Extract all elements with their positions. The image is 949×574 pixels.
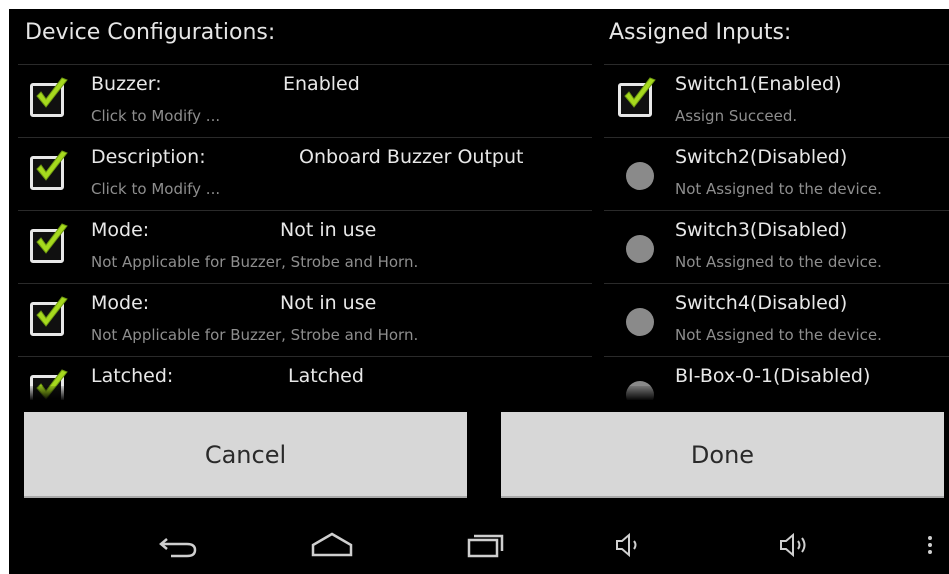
config-subtext: Click to Modify ...	[91, 180, 221, 198]
input-subtext: Not Assigned to the device.	[675, 253, 882, 271]
checkbox-checked-icon[interactable]	[30, 150, 68, 190]
config-row-description[interactable]: Description: Onboard Buzzer Output Click…	[18, 137, 592, 210]
input-label: Switch1(Enabled)	[675, 73, 842, 95]
config-subtext: Click to Modify ...	[91, 107, 221, 125]
device-configurations-list[interactable]: Buzzer: Enabled Click to Modify ... Desc…	[18, 64, 592, 400]
input-label: Switch3(Disabled)	[675, 219, 848, 241]
system-navigation-bar	[9, 517, 949, 574]
input-row-switch1[interactable]: Switch1(Enabled) Assign Succeed.	[604, 64, 949, 137]
input-row-switch4[interactable]: Switch4(Disabled) Not Assigned to the de…	[604, 283, 949, 356]
recent-apps-icon[interactable]	[465, 529, 507, 565]
input-subtext: Not Assigned to the device.	[675, 326, 882, 344]
input-label: Switch4(Disabled)	[675, 292, 848, 314]
input-subtext: Assign Succeed.	[675, 107, 798, 125]
volume-down-icon[interactable]	[613, 529, 645, 565]
input-label: Switch2(Disabled)	[675, 146, 848, 168]
input-label: BI-Box-0-1(Disabled)	[675, 365, 871, 387]
config-label: Mode:	[91, 292, 150, 314]
config-value: Onboard Buzzer Output	[299, 146, 524, 168]
config-row-mode[interactable]: Mode: Not in use Not Applicable for Buzz…	[18, 210, 592, 283]
input-subtext: Not Assigned to the device.	[675, 180, 882, 198]
config-label: Latched:	[91, 365, 174, 387]
config-label: Description:	[91, 146, 206, 168]
back-icon[interactable]	[157, 529, 199, 565]
cancel-button[interactable]: Cancel	[24, 412, 467, 498]
disabled-dot-icon	[626, 162, 654, 190]
config-subtext: Not Applicable for Buzzer, Strobe and Ho…	[91, 326, 419, 344]
disabled-dot-icon	[626, 308, 654, 336]
input-row-switch3[interactable]: Switch3(Disabled) Not Assigned to the de…	[604, 210, 949, 283]
assigned-inputs-list[interactable]: Switch1(Enabled) Assign Succeed. Switch2…	[604, 64, 949, 400]
done-button[interactable]: Done	[501, 412, 944, 498]
config-label: Buzzer:	[91, 73, 162, 95]
list-fade-edge	[18, 386, 592, 400]
home-icon[interactable]	[309, 529, 355, 565]
config-value: Latched	[288, 365, 364, 387]
disabled-dot-icon	[626, 235, 654, 263]
checkbox-checked-icon[interactable]	[30, 77, 68, 117]
config-row-mode[interactable]: Mode: Not in use Not Applicable for Buzz…	[18, 283, 592, 356]
config-row-buzzer[interactable]: Buzzer: Enabled Click to Modify ...	[18, 64, 592, 137]
checkbox-checked-icon[interactable]	[618, 77, 656, 117]
list-fade-edge	[604, 386, 949, 400]
overflow-menu-icon[interactable]	[925, 529, 935, 565]
config-value: Not in use	[280, 292, 377, 314]
screen: Device Configurations: Assigned Inputs: …	[9, 9, 949, 574]
checkbox-checked-icon[interactable]	[30, 223, 68, 263]
config-value: Enabled	[283, 73, 360, 95]
config-subtext: Not Applicable for Buzzer, Strobe and Ho…	[91, 253, 419, 271]
device-configurations-title: Device Configurations:	[25, 20, 276, 45]
checkbox-checked-icon[interactable]	[30, 296, 68, 336]
config-label: Mode:	[91, 219, 150, 241]
volume-up-icon[interactable]	[777, 529, 813, 565]
assigned-inputs-title: Assigned Inputs:	[609, 20, 792, 45]
input-row-switch2[interactable]: Switch2(Disabled) Not Assigned to the de…	[604, 137, 949, 210]
config-value: Not in use	[280, 219, 377, 241]
